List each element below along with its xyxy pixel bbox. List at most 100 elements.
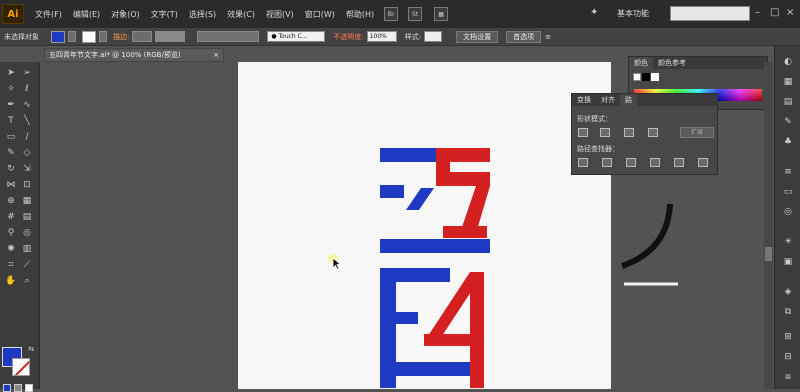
menu-window[interactable]: 窗口(W) (305, 9, 335, 20)
stock-button[interactable]: St (408, 7, 423, 21)
column-graph-icon[interactable]: ▥ (20, 242, 34, 256)
menu-type[interactable]: 文字(T) (151, 9, 178, 20)
stroke-panel-icon[interactable]: ≡ (781, 166, 795, 178)
artboard-tool-icon[interactable]: ⌗ (4, 258, 18, 272)
menu-file[interactable]: 文件(F) (35, 9, 62, 20)
blend-tool-icon[interactable]: ◎ (20, 226, 34, 240)
curvature-tool-icon[interactable]: ∿ (20, 98, 34, 112)
pencil-icon[interactable]: ✎ (4, 146, 18, 160)
slice-tool-icon[interactable]: ⟋ (20, 258, 34, 272)
type-tool-icon[interactable]: T (4, 114, 18, 128)
minus-front-icon[interactable] (600, 128, 610, 137)
opacity-label[interactable]: 不透明度: (333, 32, 363, 42)
transparency-icon[interactable]: ◎ (781, 206, 795, 218)
direct-selection-tool-icon[interactable]: ➢ (20, 66, 34, 80)
stroke-swatch[interactable] (82, 30, 96, 43)
gradient-panel-icon[interactable]: ▭ (781, 186, 795, 198)
pen-tool-icon[interactable]: ✒ (4, 98, 18, 112)
none-swatch[interactable] (633, 73, 641, 81)
maximize-icon[interactable]: □ (770, 7, 779, 18)
preferences-button[interactable]: 首选项 (506, 30, 542, 43)
menu-help[interactable]: 帮助(H) (346, 9, 374, 20)
search-input[interactable] (670, 6, 750, 21)
tab-pathfinder[interactable]: 路 (620, 94, 637, 106)
width-tool-icon[interactable]: ⋈ (4, 178, 18, 192)
perspective-grid-icon[interactable]: ▦ (20, 194, 34, 208)
stroke-color-swatch[interactable] (12, 358, 30, 376)
close-window-icon[interactable]: × (786, 7, 794, 18)
tab-color-guide[interactable]: 颜色参考 (653, 57, 691, 69)
scale-tool-icon[interactable]: ⇲ (20, 162, 34, 176)
stroke-weight-field[interactable] (132, 31, 153, 42)
sync-icon[interactable]: ✦ (590, 7, 598, 18)
gradient-tool-icon[interactable]: ▤ (20, 210, 34, 224)
eraser-icon[interactable]: ◇ (20, 146, 34, 160)
stroke-label[interactable]: 描边: (113, 32, 129, 42)
zoom-tool-icon[interactable]: ⌕ (20, 274, 34, 288)
layers-icon[interactable]: ◈ (781, 286, 795, 298)
stroke-dropdown[interactable] (99, 31, 107, 42)
menu-select[interactable]: 选择(S) (189, 9, 216, 20)
appearance-icon[interactable]: ☀ (781, 236, 795, 248)
color-guide-icon[interactable]: ▦ (781, 76, 795, 88)
mesh-tool-icon[interactable]: # (4, 210, 18, 224)
gradient-mode-icon[interactable] (14, 384, 22, 392)
arrange-icon[interactable]: ≡ (545, 33, 551, 41)
artboards-icon[interactable]: ⧉ (781, 306, 795, 318)
white-swatch[interactable] (651, 73, 659, 81)
tab-color[interactable]: 颜色 (629, 57, 653, 69)
swatches-icon[interactable]: ▤ (781, 96, 795, 108)
intersect-icon[interactable] (624, 128, 634, 137)
graphic-styles-icon[interactable]: ▣ (781, 256, 795, 268)
shape-builder-icon[interactable]: ⊕ (4, 194, 18, 208)
lasso-icon[interactable]: ℓ (20, 82, 34, 96)
tab-align[interactable]: 对齐 (596, 94, 620, 106)
expand-button[interactable]: 扩展 (680, 127, 714, 138)
divide-icon[interactable] (578, 158, 588, 167)
symbol-sprayer-icon[interactable]: ✺ (4, 242, 18, 256)
crop-icon[interactable] (650, 158, 660, 167)
line-tool-icon[interactable]: ╲ (20, 114, 34, 128)
menu-view[interactable]: 视图(V) (266, 9, 294, 20)
workspace-switcher[interactable]: 基本功能 (617, 8, 649, 19)
arrange-documents-icon[interactable]: ▦ (434, 7, 449, 21)
menu-edit[interactable]: 编辑(E) (73, 9, 100, 20)
eyedropper-icon[interactable]: ⚲ (4, 226, 18, 240)
fill-dropdown[interactable] (68, 31, 76, 42)
brush-definition-dropdown[interactable] (197, 31, 260, 42)
color-panel-icon[interactable]: ◐ (781, 56, 795, 68)
merge-icon[interactable] (626, 158, 636, 167)
exclude-icon[interactable] (648, 128, 658, 137)
document-setup-button[interactable]: 文档设置 (456, 30, 499, 43)
unite-icon[interactable] (578, 128, 588, 137)
minus-back-icon[interactable] (698, 158, 708, 167)
hand-tool-icon[interactable]: ✋ (4, 274, 18, 288)
variable-width-dropdown[interactable] (155, 31, 186, 42)
artboard[interactable] (238, 62, 611, 389)
align-panel-icon[interactable]: ⊟ (781, 351, 795, 363)
paintbrush-icon[interactable]: ∕ (20, 130, 34, 144)
fill-swatch[interactable] (51, 30, 65, 43)
outline-icon[interactable] (674, 158, 684, 167)
rotate-tool-icon[interactable]: ↻ (4, 162, 18, 176)
vertical-scrollbar[interactable] (764, 62, 773, 389)
tab-transform[interactable]: 变换 (572, 94, 596, 106)
document-tab[interactable]: 五四青年节文字.ai* @ 100% (RGB/预览) × (44, 48, 224, 62)
style-dropdown[interactable] (424, 31, 443, 42)
brush-field[interactable]: ● Touch C... (267, 31, 326, 42)
black-swatch[interactable] (642, 73, 650, 81)
magic-wand-icon[interactable]: ✧ (4, 82, 18, 96)
pathfinder-panel-icon[interactable]: ⧈ (781, 371, 795, 383)
close-tab-icon[interactable]: × (213, 49, 219, 61)
menu-object[interactable]: 对象(O) (111, 9, 140, 20)
free-transform-icon[interactable]: ⊡ (20, 178, 34, 192)
rectangle-tool-icon[interactable]: ▭ (4, 130, 18, 144)
bridge-button[interactable]: Br (384, 7, 399, 21)
scroll-thumb[interactable] (765, 247, 772, 261)
menu-effect[interactable]: 效果(C) (227, 9, 255, 20)
selection-tool-icon[interactable]: ➤ (4, 66, 18, 80)
color-mode-icon[interactable] (3, 384, 11, 392)
symbols-icon[interactable]: ♣ (781, 136, 795, 148)
swap-colors-icon[interactable]: ⇆ (24, 342, 38, 356)
brushes-icon[interactable]: ✎ (781, 116, 795, 128)
